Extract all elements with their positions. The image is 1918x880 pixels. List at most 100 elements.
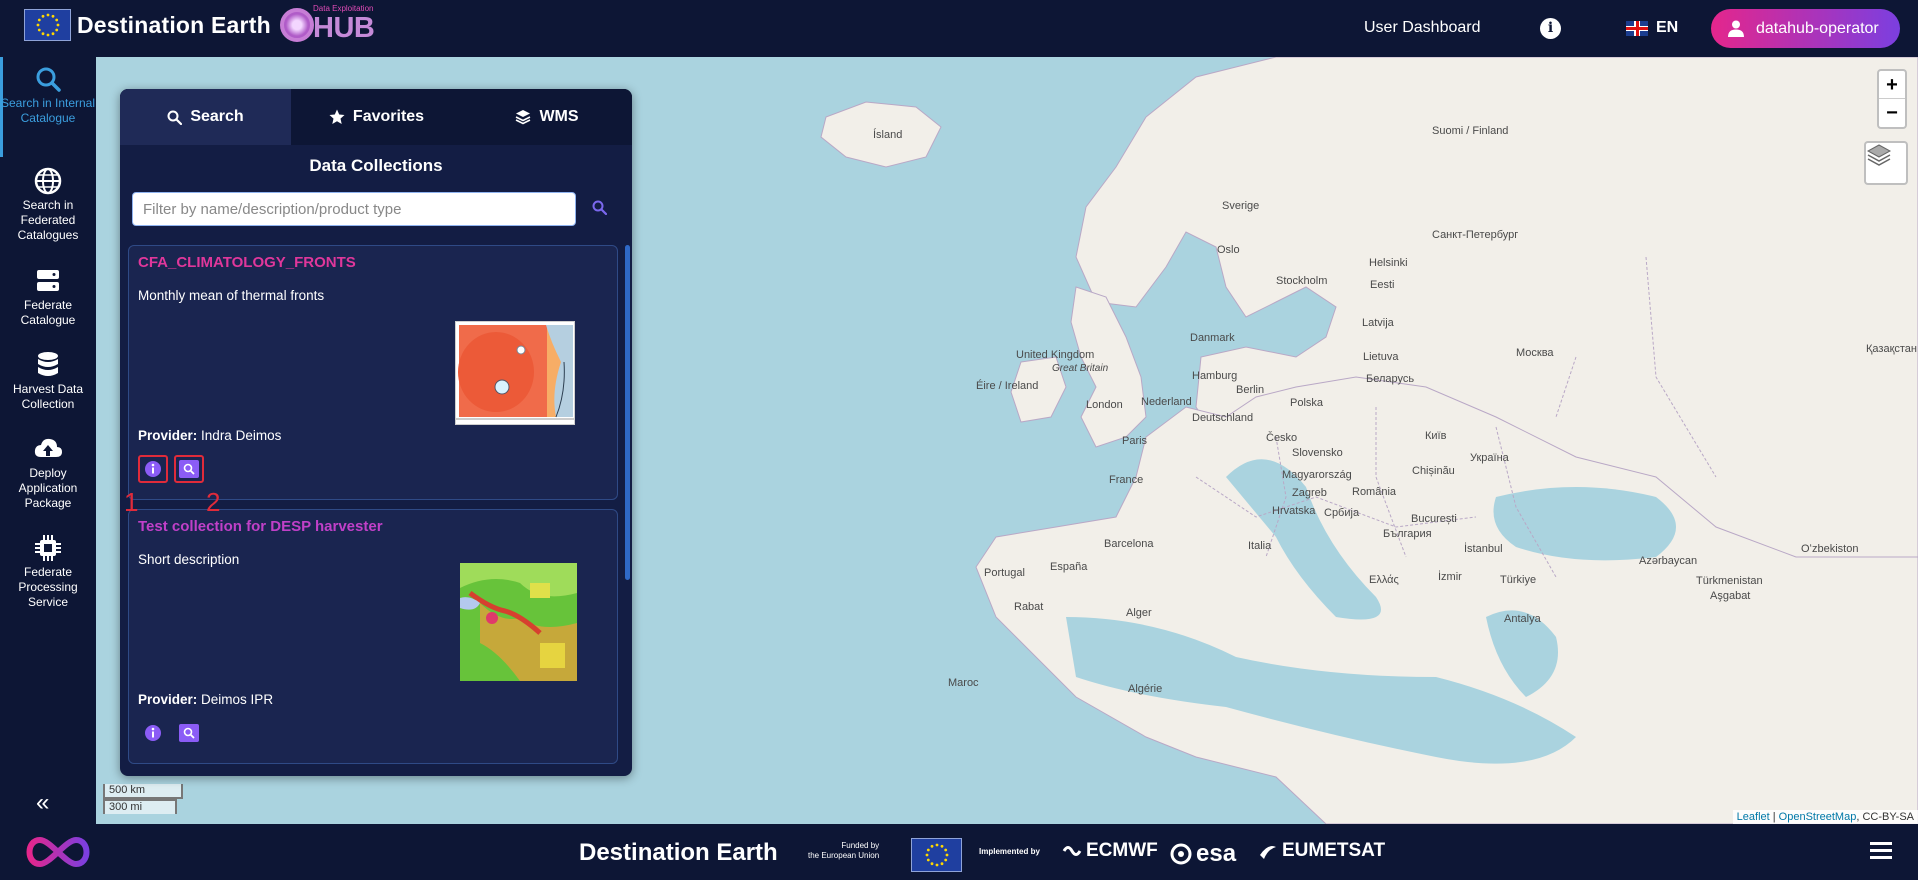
brand-title: Destination Earth <box>77 12 271 38</box>
map-label: България <box>1383 528 1432 540</box>
filter-search-icon[interactable] <box>592 200 607 215</box>
footer: Destination Earth Funded by the European… <box>0 824 1918 880</box>
leaflet-link[interactable]: Leaflet <box>1737 811 1770 823</box>
zoom-out-button[interactable]: − <box>1879 99 1905 127</box>
collection-info-button[interactable] <box>138 719 168 747</box>
map-label: Éire / Ireland <box>976 380 1039 392</box>
map-label: Hrvatska <box>1272 505 1316 517</box>
sidebar-item-label: Federate Processing Service <box>18 565 78 609</box>
map-label: Great Britain <box>1052 363 1109 374</box>
map-label: Москва <box>1516 347 1554 359</box>
map-label: Azərbaycan <box>1639 555 1698 567</box>
map-label: Србија <box>1324 507 1360 519</box>
provider-label: Provider: <box>138 692 198 707</box>
tab-favorites[interactable]: Favorites <box>291 89 462 145</box>
tab-label: WMS <box>539 108 579 125</box>
osm-link[interactable]: OpenStreetMap <box>1779 811 1857 823</box>
map-label: Stockholm <box>1276 275 1328 287</box>
collection-title[interactable]: CFA_CLIMATOLOGY_FRONTS <box>138 254 356 271</box>
sidebar-item-search-internal[interactable]: Search in Internal Catalogue <box>0 57 96 157</box>
map-label: Maroc <box>948 677 979 689</box>
hamburger-menu-icon[interactable] <box>1870 840 1892 860</box>
collection-thumbnail <box>460 563 577 681</box>
collection-search-button[interactable] <box>174 719 204 747</box>
user-menu-button[interactable]: datahub-operator <box>1711 9 1900 48</box>
hub-ring-icon <box>280 8 314 42</box>
map-label: Ísland <box>873 129 903 141</box>
map-label: Ελλάς <box>1369 574 1399 586</box>
collection-card: CFA_CLIMATOLOGY_FRONTS Monthly mean of t… <box>128 245 618 500</box>
data-hub-logo: Data Exploitation HUB <box>280 4 380 44</box>
search-panel: Search Favorites WMS Data Collections CF… <box>120 89 632 776</box>
info-icon[interactable]: i <box>1540 18 1561 39</box>
sidebar-item-label: Deploy Application Package <box>18 466 78 510</box>
map-label: Danmark <box>1190 332 1235 344</box>
user-dashboard-link[interactable]: User Dashboard <box>1364 19 1481 37</box>
map-attribution: Leaflet | OpenStreetMap, CC-BY-SA <box>1732 810 1918 824</box>
map-label: Paris <box>1122 435 1148 447</box>
map-label: Rabat <box>1014 601 1044 613</box>
map-label: London <box>1086 399 1123 411</box>
sidebar-item-label: Harvest Data Collection <box>12 382 84 411</box>
provider-name: Deimos IPR <box>201 692 274 707</box>
user-icon <box>1728 20 1744 37</box>
map-label: España <box>1050 561 1088 573</box>
map-label: Sverige <box>1222 200 1260 212</box>
map-label: Česko <box>1266 432 1298 444</box>
annotation-number: 1 <box>124 487 139 517</box>
collapse-sidebar-button[interactable]: « <box>36 789 49 817</box>
map-label: Türkiye <box>1500 574 1537 586</box>
collection-title[interactable]: Test collection for DESP harvester <box>138 518 383 535</box>
panel-tabs: Search Favorites WMS <box>120 89 632 145</box>
map-label: Alger <box>1126 607 1152 619</box>
scale-km: 500 km <box>103 784 183 799</box>
search-icon <box>179 724 199 742</box>
tab-wms[interactable]: WMS <box>462 89 632 145</box>
info-icon <box>145 461 161 477</box>
list-scrollbar[interactable] <box>625 245 630 580</box>
map-label: Lietuva <box>1363 351 1399 363</box>
sidebar-item-deploy-app[interactable]: Deploy Application Package <box>0 435 96 511</box>
collection-info-button[interactable] <box>138 455 168 483</box>
tab-search[interactable]: Search <box>120 89 291 145</box>
map-label: Hamburg <box>1192 370 1238 382</box>
language-label: EN <box>1656 19 1679 36</box>
map-label: Deutschland <box>1192 412 1254 424</box>
map-label: Italia <box>1248 540 1272 552</box>
sidebar-item-federate-processing[interactable]: Federate Processing Service <box>0 534 96 610</box>
zoom-in-button[interactable]: + <box>1879 71 1905 99</box>
map-label: Zagreb <box>1292 487 1327 499</box>
map-label: Portugal <box>984 567 1025 579</box>
map-label: Қазақстан <box>1866 343 1917 355</box>
map-label: Suomi / Finland <box>1432 125 1509 137</box>
collection-provider: Provider: Deimos IPR <box>138 692 273 707</box>
uk-flag-icon <box>1626 20 1648 36</box>
database-icon <box>38 352 58 376</box>
collection-provider: Provider: Indra Deimos <box>138 428 281 443</box>
zoom-control: + − <box>1877 69 1907 129</box>
sidebar-item-search-federated[interactable]: Search in Federated Catalogues <box>0 167 96 243</box>
sidebar-item-harvest[interactable]: Harvest Data Collection <box>0 351 96 412</box>
sidebar-item-label: Federate Catalogue <box>20 298 76 327</box>
hub-text: HUB <box>313 12 375 44</box>
map-label: Санкт-Петербург <box>1432 229 1519 241</box>
layers-toggle-button[interactable] <box>1864 141 1908 185</box>
filter-input[interactable] <box>132 192 576 226</box>
panel-title: Data Collections <box>309 156 443 175</box>
collection-search-button[interactable] <box>174 455 204 483</box>
search-icon <box>179 460 199 478</box>
map-label: Беларусь <box>1366 373 1415 385</box>
map-label: Berlin <box>1236 384 1265 396</box>
map-label: Nederland <box>1141 396 1192 408</box>
map-label: Barcelona <box>1104 538 1154 550</box>
username: datahub-operator <box>1756 19 1879 37</box>
map-label: București <box>1411 513 1457 525</box>
map-label: Київ <box>1425 430 1447 442</box>
collection-list: CFA_CLIMATOLOGY_FRONTS Monthly mean of t… <box>128 245 622 776</box>
map-label: İstanbul <box>1464 543 1503 555</box>
map-label: Türkmenistan <box>1696 575 1763 587</box>
sidebar-item-federate-catalogue[interactable]: Federate Catalogue <box>0 267 96 328</box>
layers-icon <box>516 110 531 125</box>
language-selector[interactable]: EN <box>1626 19 1678 37</box>
scale-mi: 300 mi <box>103 799 177 814</box>
